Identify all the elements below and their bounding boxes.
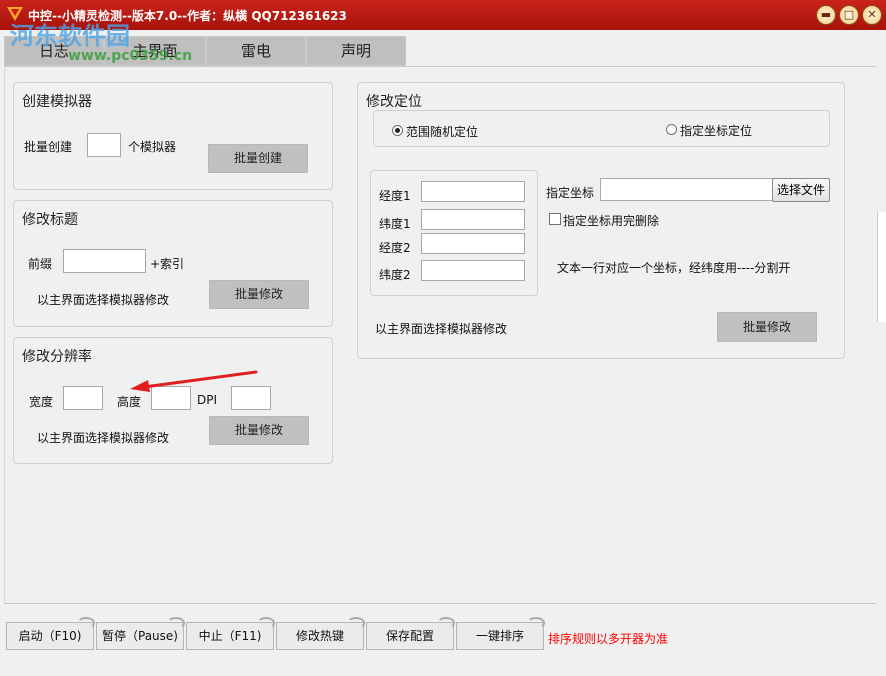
- curl-ornament-icon: [167, 617, 185, 629]
- delete-after-checkbox[interactable]: [549, 213, 561, 225]
- modify-location-group: 修改定位 范围随机定位 指定坐标定位 经度1 纬度1 经度2 纬度2 指定坐标 …: [357, 82, 845, 359]
- hotkey-button-label: 修改热键: [295, 629, 344, 643]
- prefix-label: 前缀: [28, 257, 53, 271]
- modify-location-hint: 以主界面选择模拟器修改: [375, 322, 508, 336]
- emulator-count-input[interactable]: [87, 133, 121, 157]
- group-title: 修改标题: [22, 212, 78, 228]
- bottom-divider: [4, 603, 876, 604]
- dpi-label: DPI: [197, 393, 218, 407]
- annotation-arrow-icon: [130, 370, 258, 392]
- modify-resolution-button[interactable]: 批量修改: [209, 416, 309, 445]
- stop-button[interactable]: 中止（F11): [186, 617, 275, 650]
- sort-button-label: 一键排序: [475, 629, 524, 643]
- start-button[interactable]: 启动（F10): [6, 617, 95, 650]
- maximize-button[interactable]: □: [839, 5, 859, 25]
- group-title: 创建模拟器: [22, 94, 92, 110]
- close-button[interactable]: ✕: [862, 5, 882, 25]
- modify-resolution-group: 修改分辨率 宽度 高度 DPI 以主界面选择模拟器修改 批量修改: [13, 337, 333, 464]
- index-label: +索引: [150, 257, 185, 271]
- start-button-label: 启动（F10): [18, 629, 82, 643]
- radio-random-label: 范围随机定位: [406, 125, 479, 139]
- choose-file-button[interactable]: 选择文件: [772, 178, 830, 202]
- radio-fixed-location[interactable]: [666, 124, 677, 135]
- curl-ornament-icon: [257, 617, 275, 629]
- create-emulator-group: 创建模拟器 批量创建 个模拟器 批量创建: [13, 82, 333, 190]
- lat2-label: 纬度2: [379, 268, 411, 282]
- batch-create-label: 批量创建: [24, 140, 73, 154]
- main-panel: 创建模拟器 批量创建 个模拟器 批量创建 修改标题 前缀 +索引 以主界面选择模…: [4, 67, 876, 603]
- tab-statement[interactable]: 声明: [306, 36, 406, 66]
- pause-button[interactable]: 暂停（Pause): [96, 617, 185, 650]
- pause-button-label: 暂停（Pause): [102, 629, 178, 643]
- tab-leidian[interactable]: 雷电: [206, 36, 306, 66]
- curl-ornament-icon: [437, 617, 455, 629]
- width-input[interactable]: [63, 386, 103, 410]
- sort-button[interactable]: 一键排序: [456, 617, 545, 650]
- stop-button-label: 中止（F11): [198, 629, 262, 643]
- save-config-button-label: 保存配置: [385, 629, 434, 643]
- delete-after-label: 指定坐标用完删除: [563, 214, 660, 228]
- lat2-input[interactable]: [421, 260, 525, 281]
- coordinate-range-box: 经度1 纬度1 经度2 纬度2: [370, 170, 538, 296]
- modify-title-group: 修改标题 前缀 +索引 以主界面选择模拟器修改 批量修改: [13, 200, 333, 327]
- group-title: 修改分辨率: [22, 349, 92, 365]
- group-title: 修改定位: [366, 94, 422, 110]
- curl-ornament-icon: [527, 617, 545, 629]
- emulator-unit-label: 个模拟器: [128, 140, 177, 154]
- title-bar: 中控--小精灵检测--版本7.0--作者：纵横 QQ712361623 ▬ □ …: [0, 0, 886, 30]
- fixed-coordinate-input[interactable]: [600, 178, 774, 201]
- window-title: 中控--小精灵检测--版本7.0--作者：纵横 QQ712361623: [28, 9, 347, 23]
- lng2-label: 经度2: [379, 241, 411, 255]
- batch-create-button[interactable]: 批量创建: [208, 144, 308, 173]
- location-mode-box: 范围随机定位 指定坐标定位: [373, 110, 830, 147]
- lng1-label: 经度1: [379, 189, 411, 203]
- lng2-input[interactable]: [421, 233, 525, 254]
- modify-title-hint: 以主界面选择模拟器修改: [37, 293, 170, 307]
- fixed-coordinate-label: 指定坐标: [546, 186, 595, 200]
- modify-resolution-hint: 以主界面选择模拟器修改: [37, 431, 170, 445]
- radio-random-location[interactable]: [392, 125, 403, 136]
- app-icon: [7, 7, 23, 21]
- tab-main[interactable]: 主界面: [104, 36, 206, 66]
- modify-location-button[interactable]: 批量修改: [717, 312, 817, 342]
- hotkey-button[interactable]: 修改热键: [276, 617, 365, 650]
- minimize-button[interactable]: ▬: [816, 5, 836, 25]
- modify-title-button[interactable]: 批量修改: [209, 280, 309, 309]
- tab-log[interactable]: 日志: [4, 36, 104, 66]
- curl-ornament-icon: [77, 617, 95, 629]
- height-label: 高度: [117, 395, 142, 409]
- lng1-input[interactable]: [421, 181, 525, 202]
- lat1-label: 纬度1: [379, 217, 411, 231]
- lat1-input[interactable]: [421, 209, 525, 230]
- curl-ornament-icon: [347, 617, 365, 629]
- sort-rule-hint: 排序规则以多开器为准: [548, 632, 669, 646]
- radio-fixed-label: 指定坐标定位: [680, 124, 753, 138]
- prefix-input[interactable]: [63, 249, 146, 273]
- side-panel-edge: [877, 212, 886, 322]
- width-label: 宽度: [29, 395, 54, 409]
- file-format-hint: 文本一行对应一个坐标，经纬度用----分割开: [557, 261, 791, 275]
- save-config-button[interactable]: 保存配置: [366, 617, 455, 650]
